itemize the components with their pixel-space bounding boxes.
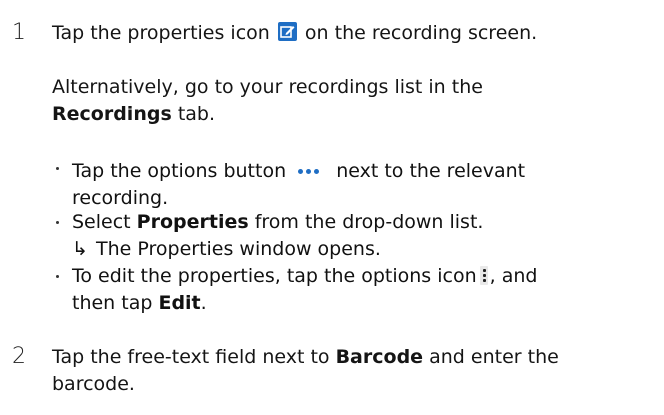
bullet-1-line2: recording. <box>72 187 169 209</box>
step-1-instruction: Tap the properties icon on the recording… <box>52 20 652 47</box>
bullet-1-text-after: next to the relevant <box>336 160 526 182</box>
step-1-alternative: Alternatively, go to your recordings lis… <box>52 74 652 128</box>
more-horizontal-icon <box>298 155 322 182</box>
step-1-text-after: on the recording screen. <box>304 22 538 44</box>
recordings-tab-name: Recordings <box>52 103 172 125</box>
edit-properties-icon <box>277 22 297 41</box>
step-2-text-after: and enter the <box>429 346 559 368</box>
bullet-2-text: Select <box>72 211 131 233</box>
result-arrow-icon: ↳ <box>72 238 88 260</box>
more-vertical-icon <box>479 266 488 285</box>
bullet-dot <box>56 167 59 170</box>
alternative-text-end: tab. <box>177 103 216 125</box>
step-number-1: 1 <box>12 20 26 45</box>
bullet-dot <box>56 221 59 224</box>
bullet-2-result: The Properties window opens. <box>96 238 381 260</box>
step-2-instruction: Tap the free-text field next to Barcode … <box>52 344 652 398</box>
step-2-text: Tap the free-text field next to <box>52 346 330 368</box>
properties-label: Properties <box>136 211 249 233</box>
barcode-label: Barcode <box>335 346 424 368</box>
bullet-dot <box>56 275 59 278</box>
bullet-3-text-after: , and <box>489 265 538 287</box>
step-number-2: 2 <box>12 344 26 369</box>
bullet-3-period: . <box>200 292 207 314</box>
step-2-line2: barcode. <box>52 373 135 395</box>
bullet-2-text-after: from the drop-down list. <box>254 211 484 233</box>
edit-label: Edit <box>158 292 201 314</box>
bullet-3-line2: then tap <box>72 292 153 314</box>
alternative-text: Alternatively, go to your recordings lis… <box>52 76 483 98</box>
bullet-1-text: Tap the options button <box>72 160 287 182</box>
bullet-3-text: To edit the properties, tap the options … <box>72 265 477 287</box>
step-1-text-before: Tap the properties icon <box>52 22 270 44</box>
